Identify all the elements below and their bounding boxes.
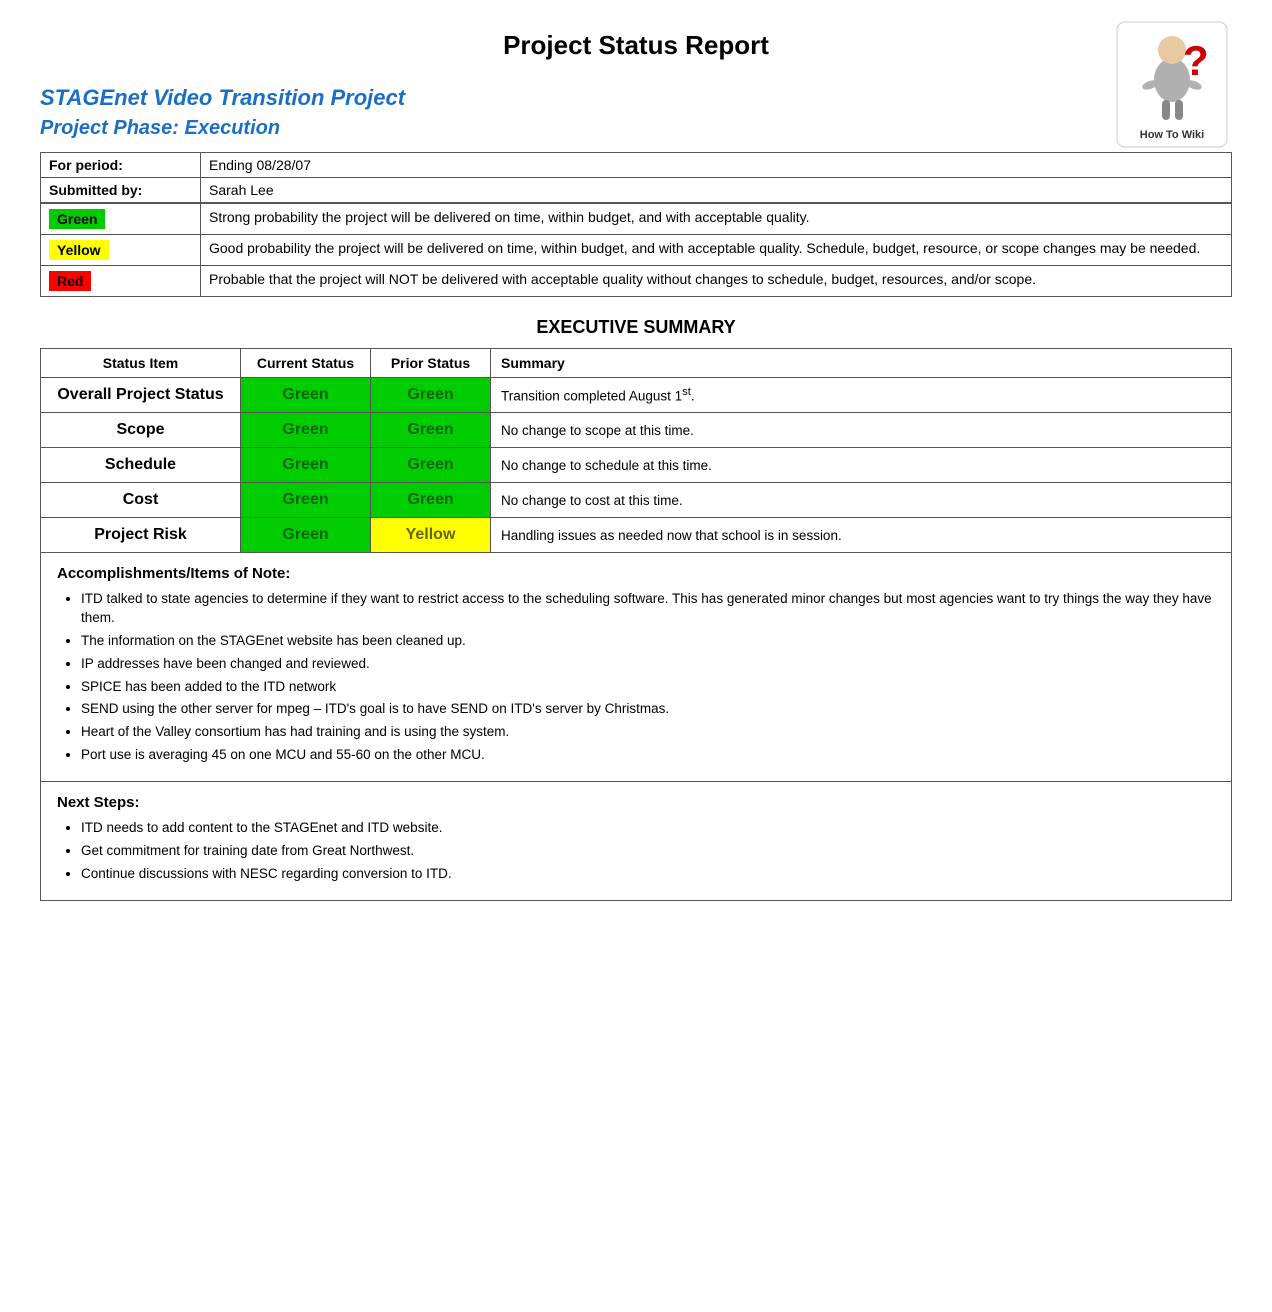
green-badge: Green: [49, 209, 105, 229]
logo-svg: ? How To Wiki: [1115, 20, 1230, 150]
info-row-period: For period: Ending 08/28/07: [41, 153, 1232, 178]
legend-green-cell: Green: [41, 204, 201, 235]
col-summary: Summary: [491, 349, 1232, 378]
current-status-cell: Green: [241, 378, 371, 413]
col-status-item: Status Item: [41, 349, 241, 378]
list-item: Heart of the Valley consortium has had t…: [81, 723, 1215, 742]
current-status-cell: Green: [241, 518, 371, 553]
list-item: Continue discussions with NESC regarding…: [81, 865, 1215, 884]
legend-red-row: Red Probable that the project will NOT b…: [41, 266, 1232, 297]
current-status-cell: Green: [241, 413, 371, 448]
list-item: ITD talked to state agencies to determin…: [81, 590, 1215, 628]
submitted-label: Submitted by:: [41, 178, 201, 203]
svg-text:?: ?: [1183, 37, 1209, 84]
legend-yellow-cell: Yellow: [41, 235, 201, 266]
project-phase: Project Phase: Execution: [40, 117, 1232, 140]
notes-cell: No change to schedule at this time.: [491, 448, 1232, 483]
list-item: Get commitment for training date from Gr…: [81, 842, 1215, 861]
red-badge: Red: [49, 271, 91, 291]
accomplishments-title: Accomplishments/Items of Note:: [57, 565, 1215, 582]
prior-status-cell: Green: [371, 378, 491, 413]
prior-status-cell: Green: [371, 448, 491, 483]
status-item-cell: Project Risk: [41, 518, 241, 553]
legend-green-desc: Strong probability the project will be d…: [201, 204, 1232, 235]
summary-header-row: Status Item Current Status Prior Status …: [41, 349, 1232, 378]
table-row: ScopeGreenGreenNo change to scope at thi…: [41, 413, 1232, 448]
notes-cell: Transition completed August 1st.: [491, 378, 1232, 413]
prior-status-cell: Green: [371, 413, 491, 448]
list-item: The information on the STAGEnet website …: [81, 632, 1215, 651]
info-row-submitted: Submitted by: Sarah Lee: [41, 178, 1232, 203]
status-item-cell: Scope: [41, 413, 241, 448]
submitted-value: Sarah Lee: [201, 178, 1232, 203]
main-title: Project Status Report: [503, 30, 769, 61]
period-value: Ending 08/28/07: [201, 153, 1232, 178]
how-to-wiki-logo: ? How To Wiki: [1112, 20, 1232, 153]
accomplishments-section: Accomplishments/Items of Note: ITD talke…: [40, 553, 1232, 782]
next-steps-list: ITD needs to add content to the STAGEnet…: [81, 819, 1215, 884]
header-area: Project Status Report ? How To Wiki: [40, 30, 1232, 75]
current-status-cell: Green: [241, 483, 371, 518]
prior-status-cell: Yellow: [371, 518, 491, 553]
legend-red-desc: Probable that the project will NOT be de…: [201, 266, 1232, 297]
legend-yellow-desc: Good probability the project will be del…: [201, 235, 1232, 266]
project-name: STAGEnet Video Transition Project: [40, 85, 1232, 111]
yellow-badge: Yellow: [49, 240, 109, 260]
table-row: Overall Project StatusGreenGreenTransiti…: [41, 378, 1232, 413]
notes-cell: Handling issues as needed now that schoo…: [491, 518, 1232, 553]
list-item: ITD needs to add content to the STAGEnet…: [81, 819, 1215, 838]
summary-table: Status Item Current Status Prior Status …: [40, 348, 1232, 553]
executive-summary-title: EXECUTIVE SUMMARY: [40, 317, 1232, 338]
table-row: CostGreenGreenNo change to cost at this …: [41, 483, 1232, 518]
notes-cell: No change to scope at this time.: [491, 413, 1232, 448]
table-row: ScheduleGreenGreenNo change to schedule …: [41, 448, 1232, 483]
accomplishments-list: ITD talked to state agencies to determin…: [81, 590, 1215, 765]
next-steps-title: Next Steps:: [57, 794, 1215, 811]
prior-status-cell: Green: [371, 483, 491, 518]
list-item: SPICE has been added to the ITD network: [81, 678, 1215, 697]
status-item-cell: Cost: [41, 483, 241, 518]
period-label: For period:: [41, 153, 201, 178]
col-current-status: Current Status: [241, 349, 371, 378]
list-item: Port use is averaging 45 on one MCU and …: [81, 746, 1215, 765]
info-table: For period: Ending 08/28/07 Submitted by…: [40, 152, 1232, 203]
status-legend: Green Strong probability the project wil…: [40, 203, 1232, 297]
list-item: IP addresses have been changed and revie…: [81, 655, 1215, 674]
col-prior-status: Prior Status: [371, 349, 491, 378]
svg-text:How To Wiki: How To Wiki: [1139, 129, 1203, 141]
status-item-cell: Schedule: [41, 448, 241, 483]
legend-red-cell: Red: [41, 266, 201, 297]
notes-cell: No change to cost at this time.: [491, 483, 1232, 518]
list-item: SEND using the other server for mpeg – I…: [81, 700, 1215, 719]
status-item-cell: Overall Project Status: [41, 378, 241, 413]
current-status-cell: Green: [241, 448, 371, 483]
legend-yellow-row: Yellow Good probability the project will…: [41, 235, 1232, 266]
next-steps-section: Next Steps: ITD needs to add content to …: [40, 782, 1232, 901]
table-row: Project RiskGreenYellowHandling issues a…: [41, 518, 1232, 553]
legend-green-row: Green Strong probability the project wil…: [41, 204, 1232, 235]
